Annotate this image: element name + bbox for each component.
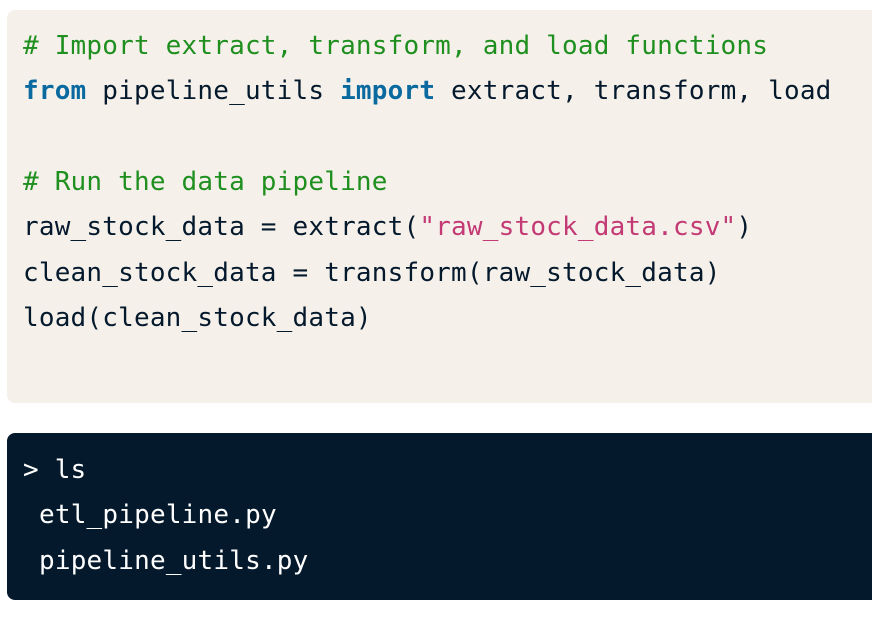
keyword-from: from [23, 76, 87, 106]
code-comment-run: # Run the data pipeline [23, 167, 388, 197]
code-line-transform: clean_stock_data = transform(raw_stock_d… [23, 258, 721, 288]
terminal-output: > ls etl_pipeline.py pipeline_utils.py [7, 433, 872, 600]
terminal-output-line: etl_pipeline.py [39, 500, 277, 530]
code-comment-import: # Import extract, transform, and load fu… [23, 31, 769, 61]
code-line-load: load(clean_stock_data) [23, 303, 372, 333]
imported-names: extract, transform, load [435, 76, 832, 106]
extract-call-end: ) [736, 212, 753, 242]
extract-call-start: raw_stock_data = extract( [23, 212, 420, 242]
terminal-command: > ls [23, 455, 87, 485]
terminal-output-line: pipeline_utils.py [39, 546, 309, 576]
module-name: pipeline_utils [86, 76, 341, 106]
code-line-import: from pipeline_utils import extract, tran… [23, 76, 832, 106]
code-editor-cell[interactable]: # Import extract, transform, and load fu… [7, 10, 872, 403]
code-line-extract: raw_stock_data = extract("raw_stock_data… [23, 212, 752, 242]
keyword-import: import [340, 76, 436, 106]
string-literal-filename: "raw_stock_data.csv" [419, 212, 737, 242]
